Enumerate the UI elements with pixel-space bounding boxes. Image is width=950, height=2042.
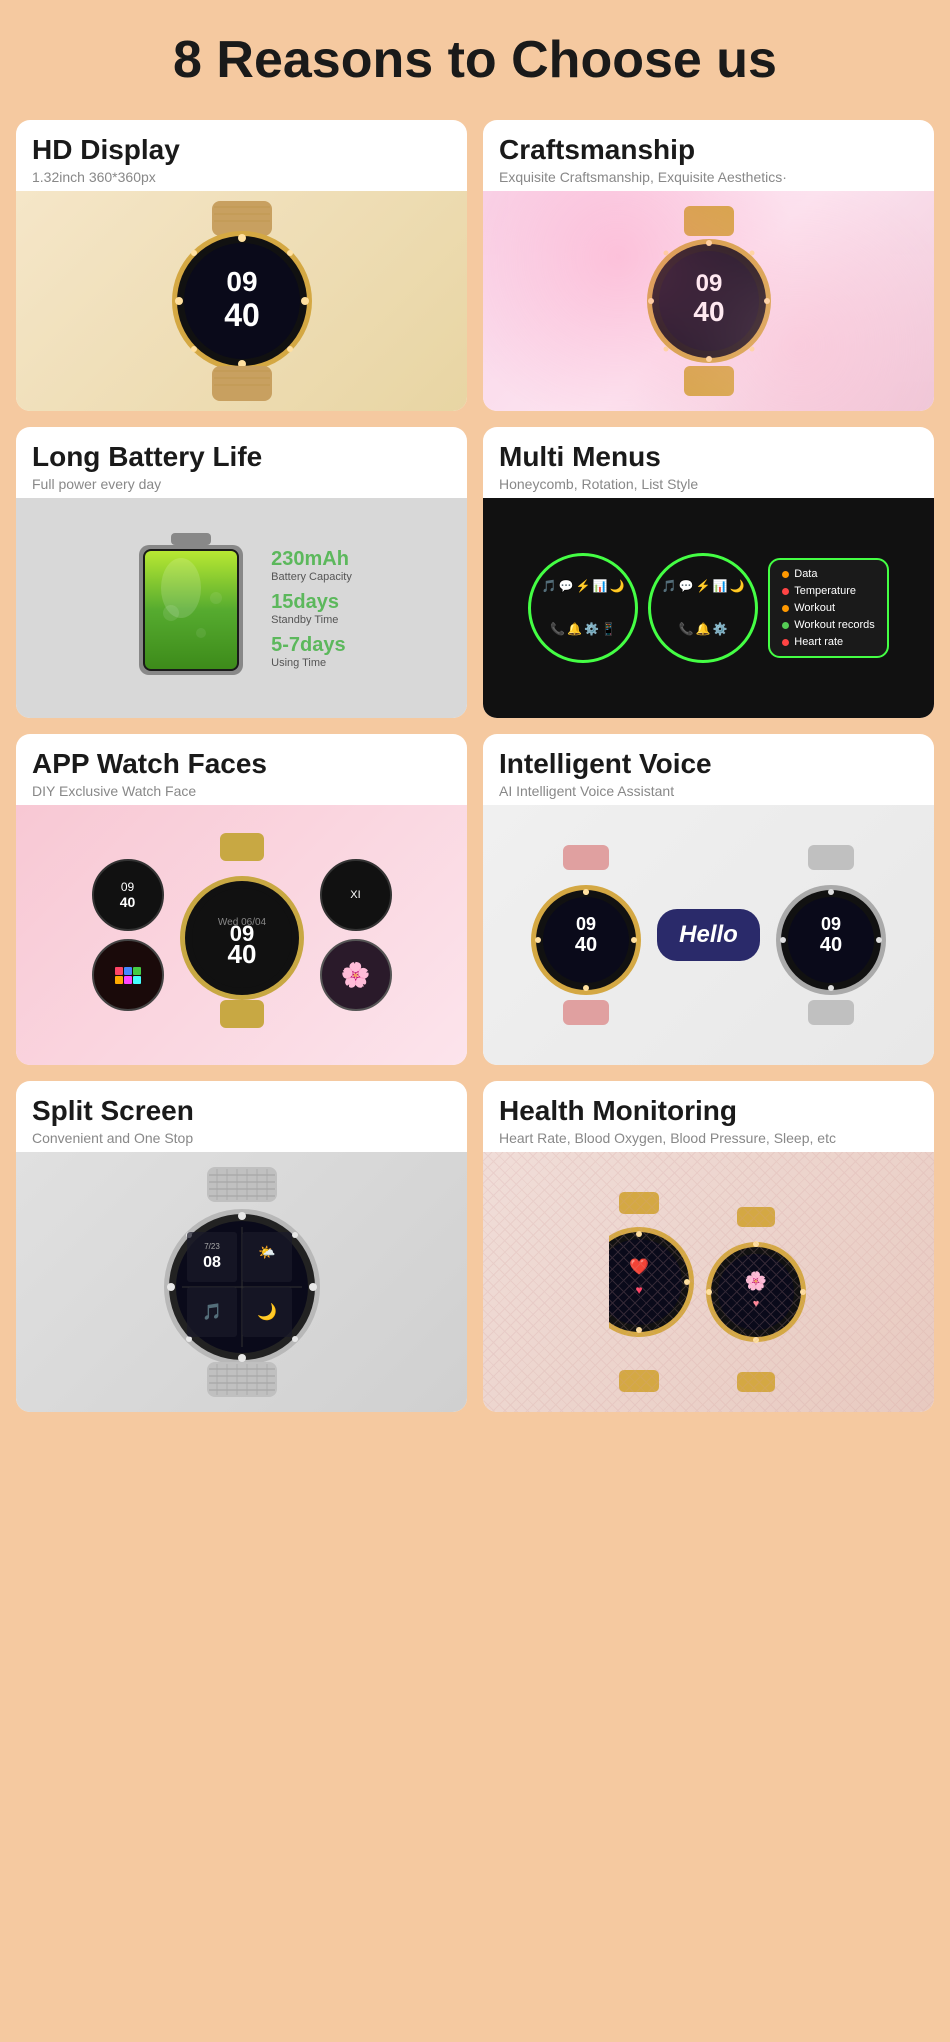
card-battery-title: Long Battery Life — [32, 441, 451, 473]
card-app-faces: APP Watch Faces DIY Exclusive Watch Face… — [16, 734, 467, 1065]
card-battery-header: Long Battery Life Full power every day — [16, 427, 467, 498]
card-voice-image: 09 40 Hello 09 40 — [483, 805, 934, 1065]
card-menus: Multi Menus Honeycomb, Rotation, List St… — [483, 427, 934, 718]
battery-svg — [131, 533, 251, 683]
svg-text:🌤️: 🌤️ — [258, 1245, 275, 1261]
hello-bubble: Hello — [657, 909, 760, 961]
app-faces-right: XI 🌸 — [320, 859, 392, 1011]
menu-item-workout: Workout — [782, 602, 875, 614]
card-app-faces-header: APP Watch Faces DIY Exclusive Watch Face — [16, 734, 467, 805]
menu-item-data: Data — [782, 568, 875, 580]
card-hd-subtitle: 1.32inch 360*360px — [32, 169, 451, 185]
menu-list-style: Data Temperature Workout Workout records… — [768, 558, 889, 658]
card-voice: Intelligent Voice AI Intelligent Voice A… — [483, 734, 934, 1065]
card-health-header: Health Monitoring Heart Rate, Blood Oxyg… — [483, 1081, 934, 1152]
card-craft-header: Craftsmanship Exquisite Craftsmanship, E… — [483, 120, 934, 191]
card-craft-title: Craftsmanship — [499, 134, 918, 166]
svg-text:40: 40 — [575, 934, 597, 956]
card-hd-display: HD Display 1.32inch 360*360px — [16, 120, 467, 411]
svg-text:09: 09 — [821, 914, 841, 934]
svg-text:40: 40 — [820, 934, 842, 956]
hd-display-watch-svg: 09 40 — [152, 201, 332, 401]
battery-stats: 230mAh Battery Capacity 15days Standby T… — [271, 548, 352, 669]
svg-text:🌙: 🌙 — [257, 1302, 277, 1321]
card-menus-subtitle: Honeycomb, Rotation, List Style — [499, 476, 918, 492]
card-voice-header: Intelligent Voice AI Intelligent Voice A… — [483, 734, 934, 805]
battery-standby-label: Standby Time — [271, 614, 352, 626]
svg-text:7/23: 7/23 — [204, 1242, 220, 1251]
voice-watch-pink: 09 40 — [531, 845, 641, 1025]
card-menus-image: 🎵 💬 ⚡ 📊 🌙 📞 🔔 ⚙️ 📱 🎵 💬 ⚡ 📊 🌙 📞 🔔 ⚙️ — [483, 498, 934, 718]
card-app-faces-subtitle: DIY Exclusive Watch Face — [32, 783, 451, 799]
app-face-large-watch: Wed 06/04 09 40 — [172, 833, 312, 1038]
card-split-image: 7/23 08 🌤️ 🎵 🌙 — [16, 1152, 467, 1412]
card-voice-title: Intelligent Voice — [499, 748, 918, 780]
card-battery-subtitle: Full power every day — [32, 476, 451, 492]
card-battery-image: 230mAh Battery Capacity 15days Standby T… — [16, 498, 467, 718]
card-split-subtitle: Convenient and One Stop — [32, 1130, 451, 1146]
battery-capacity-label: Battery Capacity — [271, 571, 352, 583]
card-split: Split Screen Convenient and One Stop — [16, 1081, 467, 1412]
card-craftsmanship: Craftsmanship Exquisite Craftsmanship, E… — [483, 120, 934, 411]
card-health-title: Health Monitoring — [499, 1095, 918, 1127]
app-faces-small: 09 40 — [92, 859, 164, 1011]
battery-capacity-value: 230mAh — [271, 548, 352, 571]
menu-item-temperature: Temperature — [782, 585, 875, 597]
menu-item-workout-records: Workout records — [782, 619, 875, 631]
card-health: Health Monitoring Heart Rate, Blood Oxyg… — [483, 1081, 934, 1412]
card-hd-image: 09 40 — [16, 191, 467, 411]
split-watch-svg: 7/23 08 🌤️ 🎵 🌙 — [157, 1167, 327, 1397]
svg-text:40: 40 — [227, 939, 256, 969]
face-2 — [92, 939, 164, 1011]
battery-standby-value: 15days — [271, 591, 352, 614]
large-watch-svg: Wed 06/04 09 40 — [172, 833, 312, 1033]
battery-using-label: Using Time — [271, 657, 352, 669]
card-split-header: Split Screen Convenient and One Stop — [16, 1081, 467, 1152]
menu-honeycomb: 🎵 💬 ⚡ 📊 🌙 📞 🔔 ⚙️ 📱 — [528, 553, 638, 663]
face-3: XI — [320, 859, 392, 931]
face-4: 🌸 — [320, 939, 392, 1011]
card-craft-subtitle: Exquisite Craftsmanship, Exquisite Aesth… — [499, 169, 918, 185]
card-hd-title: HD Display — [32, 134, 451, 166]
voice-watch-gray: 09 40 — [776, 845, 886, 1025]
battery-visual — [131, 533, 251, 683]
battery-using-value: 5-7days — [271, 634, 352, 657]
page-title: 8 Reasons to Choose us — [0, 0, 950, 110]
card-battery: Long Battery Life Full power every day — [16, 427, 467, 718]
card-craft-image: 09 40 — [483, 191, 934, 411]
menu-item-heart-rate: Heart rate — [782, 636, 875, 648]
card-menus-header: Multi Menus Honeycomb, Rotation, List St… — [483, 427, 934, 498]
card-app-faces-title: APP Watch Faces — [32, 748, 451, 780]
card-hd-header: HD Display 1.32inch 360*360px — [16, 120, 467, 191]
card-health-image: ❤️ ♥ 🌸 ♥ — [483, 1152, 934, 1412]
svg-text:🎵: 🎵 — [202, 1303, 222, 1321]
svg-text:09: 09 — [226, 266, 257, 297]
card-health-subtitle: Heart Rate, Blood Oxygen, Blood Pressure… — [499, 1130, 918, 1146]
card-app-faces-image: 09 40 — [16, 805, 467, 1065]
reasons-grid: HD Display 1.32inch 360*360px — [0, 110, 950, 1432]
menu-rotation: 🎵 💬 ⚡ 📊 🌙 📞 🔔 ⚙️ — [648, 553, 758, 663]
svg-text:08: 08 — [203, 1254, 221, 1271]
svg-text:09: 09 — [576, 914, 596, 934]
card-split-title: Split Screen — [32, 1095, 451, 1127]
svg-text:40: 40 — [224, 297, 260, 333]
card-voice-subtitle: AI Intelligent Voice Assistant — [499, 783, 918, 799]
card-menus-title: Multi Menus — [499, 441, 918, 473]
face-1: 09 40 — [92, 859, 164, 931]
